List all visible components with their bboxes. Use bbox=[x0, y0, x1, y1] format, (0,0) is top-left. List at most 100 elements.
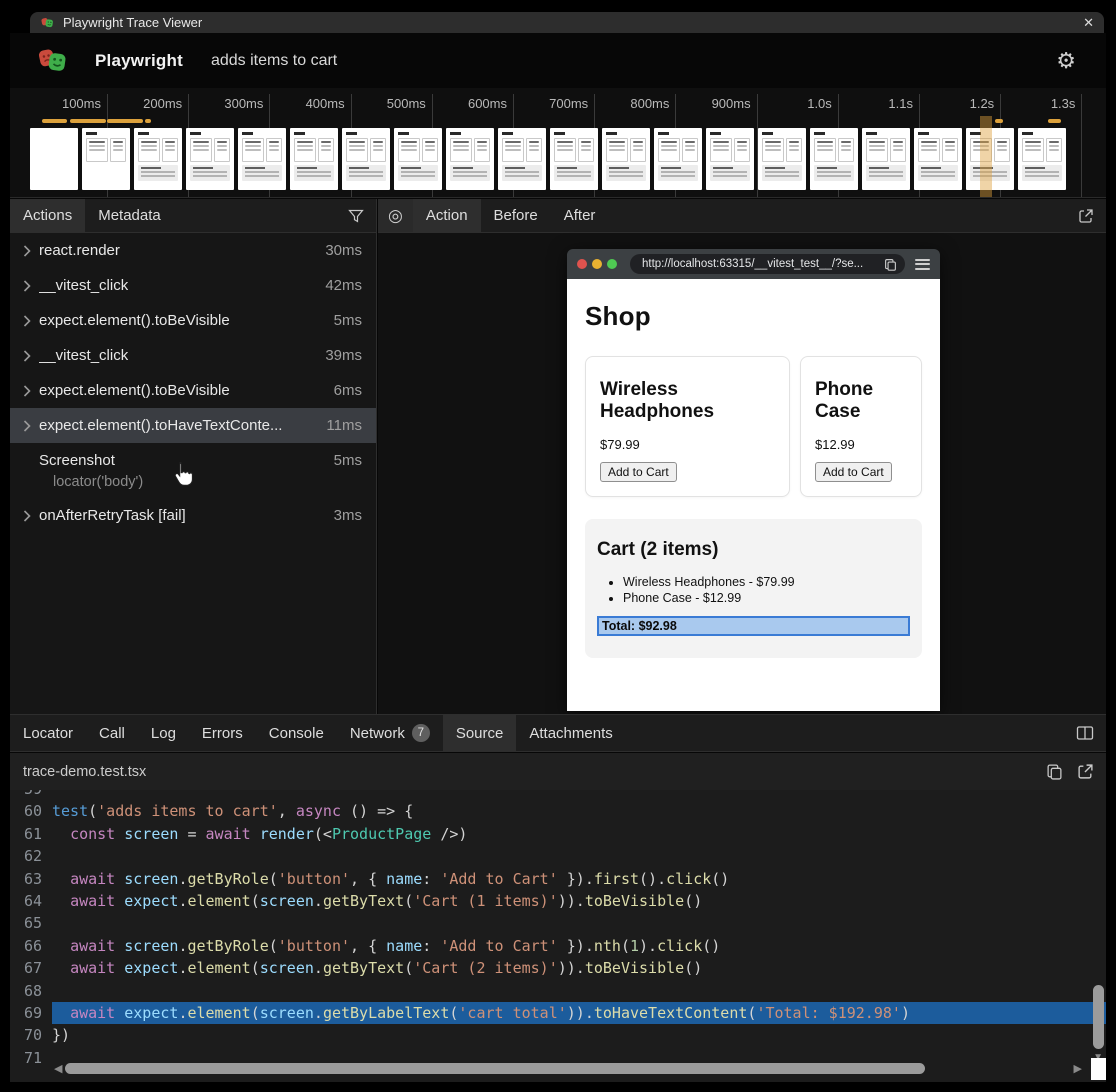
action-duration: 6ms bbox=[326, 382, 362, 399]
filmstrip-thumbnail[interactable] bbox=[82, 128, 130, 190]
tab-console[interactable]: Console bbox=[256, 715, 337, 751]
tab-log[interactable]: Log bbox=[138, 715, 189, 751]
filmstrip-thumbnail[interactable] bbox=[290, 128, 338, 190]
timeline-tick-label: 900ms bbox=[675, 96, 751, 111]
filmstrip-thumbnail[interactable] bbox=[498, 128, 546, 190]
code-line: 66 await screen.getByRole('button', { na… bbox=[10, 935, 1106, 957]
url-bar[interactable]: http://localhost:63315/__vitest_test__/?… bbox=[630, 254, 905, 274]
browser-chrome: http://localhost:63315/__vitest_test__/?… bbox=[567, 249, 940, 279]
filmstrip-thumbnail[interactable] bbox=[810, 128, 858, 190]
code-line: 70}) bbox=[10, 1024, 1106, 1046]
filmstrip-thumbnail[interactable] bbox=[602, 128, 650, 190]
filmstrip-thumbnail[interactable] bbox=[758, 128, 806, 190]
line-number: 63 bbox=[10, 868, 52, 890]
add-to-cart-button[interactable]: Add to Cart bbox=[815, 462, 892, 482]
chevron-right-icon bbox=[23, 315, 31, 327]
action-row[interactable]: onAfterRetryTask [fail]3ms bbox=[10, 498, 376, 533]
action-label: __vitest_click bbox=[39, 347, 128, 364]
settings-gear-icon[interactable]: ⚙ bbox=[1056, 50, 1076, 72]
source-filebar: trace-demo.test.tsx bbox=[10, 753, 1106, 790]
snapshot-browser: http://localhost:63315/__vitest_test__/?… bbox=[567, 249, 940, 711]
menu-icon[interactable] bbox=[915, 256, 930, 272]
source-filename: trace-demo.test.tsx bbox=[23, 764, 146, 780]
timeline-action-bar bbox=[70, 119, 106, 123]
code-line: 63 await screen.getByRole('button', { na… bbox=[10, 868, 1106, 890]
scrollbar-corner bbox=[1091, 1058, 1106, 1080]
timeline-tick-label: 1.2s bbox=[918, 96, 994, 111]
tab-network[interactable]: Network 7 bbox=[337, 715, 443, 751]
open-source-external-icon[interactable] bbox=[1077, 763, 1094, 780]
close-icon[interactable]: ✕ bbox=[1083, 16, 1094, 29]
copy-url-icon[interactable] bbox=[884, 258, 897, 271]
timeline-current-marker[interactable] bbox=[980, 116, 992, 198]
filmstrip-thumbnail[interactable] bbox=[654, 128, 702, 190]
trace-viewer-window: Playwright Trace Viewer ✕ Playwright add… bbox=[0, 0, 1116, 1092]
split-columns-icon[interactable] bbox=[1076, 725, 1094, 741]
tab-attachments[interactable]: Attachments bbox=[516, 715, 625, 751]
tab-errors[interactable]: Errors bbox=[189, 715, 256, 751]
window-title: Playwright Trace Viewer bbox=[63, 15, 202, 30]
tab-actions[interactable]: Actions bbox=[10, 199, 85, 232]
filmstrip-thumbnail[interactable] bbox=[134, 128, 182, 190]
filmstrip-thumbnail[interactable] bbox=[862, 128, 910, 190]
filmstrip-thumbnail[interactable] bbox=[394, 128, 442, 190]
vscroll-thumb[interactable] bbox=[1093, 985, 1104, 1049]
tab-source[interactable]: Source bbox=[443, 715, 517, 751]
target-icon[interactable]: ◎ bbox=[378, 199, 413, 232]
filmstrip-thumbnail[interactable] bbox=[238, 128, 286, 190]
add-to-cart-button[interactable]: Add to Cart bbox=[600, 462, 677, 482]
action-label: expect.element().toBeVisible bbox=[39, 312, 230, 329]
source-code-view: 5960test('adds items to cart', async () … bbox=[10, 790, 1106, 1082]
code-line: 69 await expect.element(screen.getByLabe… bbox=[10, 1002, 1106, 1024]
timeline-tick-label: 600ms bbox=[431, 96, 507, 111]
filter-icon[interactable] bbox=[348, 208, 364, 224]
filmstrip-thumbnail[interactable] bbox=[706, 128, 754, 190]
chevron-right-icon bbox=[23, 280, 31, 292]
filmstrip-thumbnail[interactable] bbox=[30, 128, 78, 190]
filmstrip-thumbnail[interactable] bbox=[914, 128, 962, 190]
action-label: react.render bbox=[39, 242, 120, 259]
snapshot-pane: ◎ Action Before After bbox=[378, 199, 1106, 714]
hscroll-right-arrow[interactable]: ▶ bbox=[1074, 1062, 1082, 1075]
action-row[interactable]: expect.element().toBeVisible 5ms bbox=[10, 303, 376, 338]
action-row[interactable]: expect.element().toBeVisible 6ms bbox=[10, 373, 376, 408]
product-grid: Wireless Headphones $79.99 Add to Cart P… bbox=[585, 356, 922, 497]
timeline-tick-label: 300ms bbox=[187, 96, 263, 111]
timeline-tick-label: 1.0s bbox=[756, 96, 832, 111]
timeline-tick-label: 500ms bbox=[350, 96, 426, 111]
tab-before[interactable]: Before bbox=[481, 199, 551, 232]
copy-source-icon[interactable] bbox=[1046, 763, 1063, 780]
filmstrip-thumbnail[interactable] bbox=[342, 128, 390, 190]
hscroll-thumb[interactable] bbox=[65, 1063, 925, 1074]
tab-metadata[interactable]: Metadata bbox=[85, 199, 174, 232]
timeline-marker-dash bbox=[995, 119, 1003, 123]
filmstrip-thumbnail[interactable] bbox=[1018, 128, 1066, 190]
tab-after[interactable]: After bbox=[551, 199, 609, 232]
tab-action[interactable]: Action bbox=[413, 199, 481, 232]
line-number: 66 bbox=[10, 935, 52, 957]
action-row[interactable]: __vitest_click42ms bbox=[10, 268, 376, 303]
action-duration: 11ms bbox=[318, 417, 362, 434]
action-label: expect.element().toBeVisible bbox=[39, 382, 230, 399]
action-row[interactable]: Screenshot5ms bbox=[10, 443, 376, 478]
action-duration: 5ms bbox=[326, 312, 362, 329]
tab-call[interactable]: Call bbox=[86, 715, 138, 751]
code-line: 68 bbox=[10, 980, 1106, 1002]
tab-locator[interactable]: Locator bbox=[10, 715, 86, 751]
action-list: react.render30ms__vitest_click42msexpect… bbox=[10, 233, 376, 533]
filmstrip-thumbnail[interactable] bbox=[186, 128, 234, 190]
action-row[interactable]: react.render30ms bbox=[10, 233, 376, 268]
filmstrip-thumbnail[interactable] bbox=[550, 128, 598, 190]
open-external-icon[interactable] bbox=[1078, 208, 1094, 224]
code-line: 64 await expect.element(screen.getByText… bbox=[10, 890, 1106, 912]
action-row[interactable]: expect.element().toHaveTextConte...11ms bbox=[10, 408, 376, 443]
timeline[interactable]: 100ms200ms300ms400ms500ms600ms700ms800ms… bbox=[10, 88, 1106, 198]
action-row[interactable]: __vitest_click39ms bbox=[10, 338, 376, 373]
hscroll-left-arrow[interactable]: ◀ bbox=[54, 1062, 62, 1075]
timeline-action-bar bbox=[107, 119, 143, 123]
product-price: $79.99 bbox=[600, 437, 775, 452]
timeline-action-bar bbox=[145, 119, 151, 123]
chevron-right-icon bbox=[23, 420, 31, 432]
filmstrip-thumbnail[interactable] bbox=[446, 128, 494, 190]
line-number: 65 bbox=[10, 912, 52, 934]
